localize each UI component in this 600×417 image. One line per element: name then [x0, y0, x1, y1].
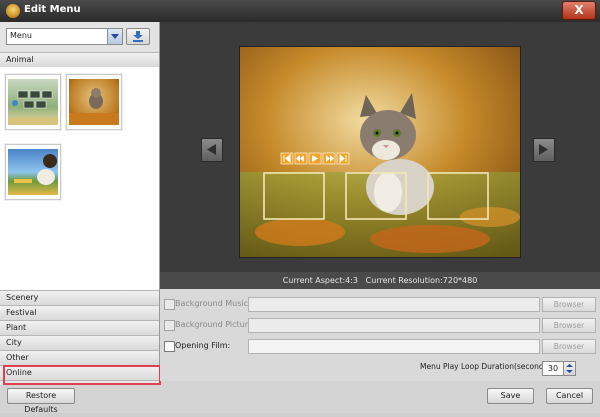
opening-film-row: Opening Film: Browser — [160, 337, 600, 355]
template-panel: Menu Animal Scenery Festival Plant City … — [0, 22, 160, 385]
background-music-browse-button[interactable]: Browser — [542, 297, 596, 312]
preview-image — [239, 46, 521, 258]
template-thumbnails — [0, 67, 159, 290]
group-header-city[interactable]: City — [0, 335, 159, 351]
group-header-festival[interactable]: Festival — [0, 305, 159, 321]
menu-type-select[interactable]: Menu — [6, 28, 123, 45]
opening-film-label: Opening Film: — [175, 341, 231, 350]
background-music-row: Background Music: Browser — [160, 295, 600, 313]
resolution-text: Current Resolution:720*480 — [365, 276, 478, 285]
download-icon — [133, 31, 143, 42]
group-label: Animal — [6, 55, 34, 64]
background-picture-checkbox[interactable] — [164, 320, 175, 331]
background-picture-row: Background Picture: Browser — [160, 316, 600, 334]
menu-preview — [160, 22, 600, 272]
background-picture-label: Background Picture: — [175, 320, 256, 329]
template-thumbnail[interactable] — [5, 144, 61, 200]
background-music-field[interactable] — [248, 297, 540, 312]
loop-duration-row: Menu Play Loop Duration(seconds): 30 — [160, 357, 600, 376]
title-bar: Edit Menu X — [0, 0, 600, 22]
group-header-scenery[interactable]: Scenery — [0, 290, 159, 306]
chevron-down-icon[interactable] — [107, 29, 122, 44]
group-header-other[interactable]: Other — [0, 350, 159, 366]
menu-type-value: Menu — [10, 31, 32, 40]
edit-menu-window: Edit Menu X Menu Animal Scenery Festival… — [0, 0, 600, 414]
arrow-left-icon — [207, 144, 216, 155]
background-music-label: Background Music: — [175, 299, 251, 308]
arrow-right-icon — [539, 144, 548, 155]
aspect-text: Current Aspect:4:3 — [282, 276, 359, 285]
background-music-checkbox[interactable] — [164, 299, 175, 310]
opening-film-checkbox[interactable] — [164, 341, 175, 352]
download-button[interactable] — [126, 28, 150, 45]
menu-settings: Background Music: Browser Background Pic… — [160, 289, 600, 381]
template-thumbnail[interactable] — [66, 74, 122, 130]
group-header-animal[interactable]: Animal — [0, 52, 159, 68]
save-button[interactable]: Save — [487, 388, 534, 404]
close-button[interactable]: X — [562, 1, 596, 20]
app-icon — [6, 4, 20, 18]
preview-info-bar: Current Aspect:4:3 Current Resolution:72… — [160, 272, 600, 289]
template-toolbar: Menu — [0, 22, 159, 52]
stepper-arrows-icon — [566, 364, 573, 373]
group-header-plant[interactable]: Plant — [0, 320, 159, 336]
background-picture-browse-button[interactable]: Browser — [542, 318, 596, 333]
loop-duration-label: Menu Play Loop Duration(seconds): — [420, 362, 553, 371]
opening-film-browse-button[interactable]: Browser — [542, 339, 596, 354]
previous-template-button[interactable] — [201, 138, 223, 162]
template-thumbnail[interactable] — [5, 74, 61, 130]
selection-highlight — [3, 365, 161, 385]
opening-film-field[interactable] — [248, 339, 540, 354]
window-title: Edit Menu — [24, 4, 81, 15]
loop-duration-stepper[interactable] — [563, 361, 576, 376]
group-label: Other — [6, 353, 29, 362]
loop-duration-input[interactable]: 30 — [542, 361, 564, 376]
next-template-button[interactable] — [533, 138, 555, 162]
group-label: Scenery — [6, 293, 39, 302]
cancel-button[interactable]: Cancel — [546, 388, 593, 404]
restore-defaults-button[interactable]: Restore Defaults — [7, 388, 75, 414]
group-label: Festival — [6, 308, 37, 317]
group-label: City — [6, 338, 22, 347]
group-label: Plant — [6, 323, 27, 332]
background-picture-field[interactable] — [248, 318, 540, 333]
